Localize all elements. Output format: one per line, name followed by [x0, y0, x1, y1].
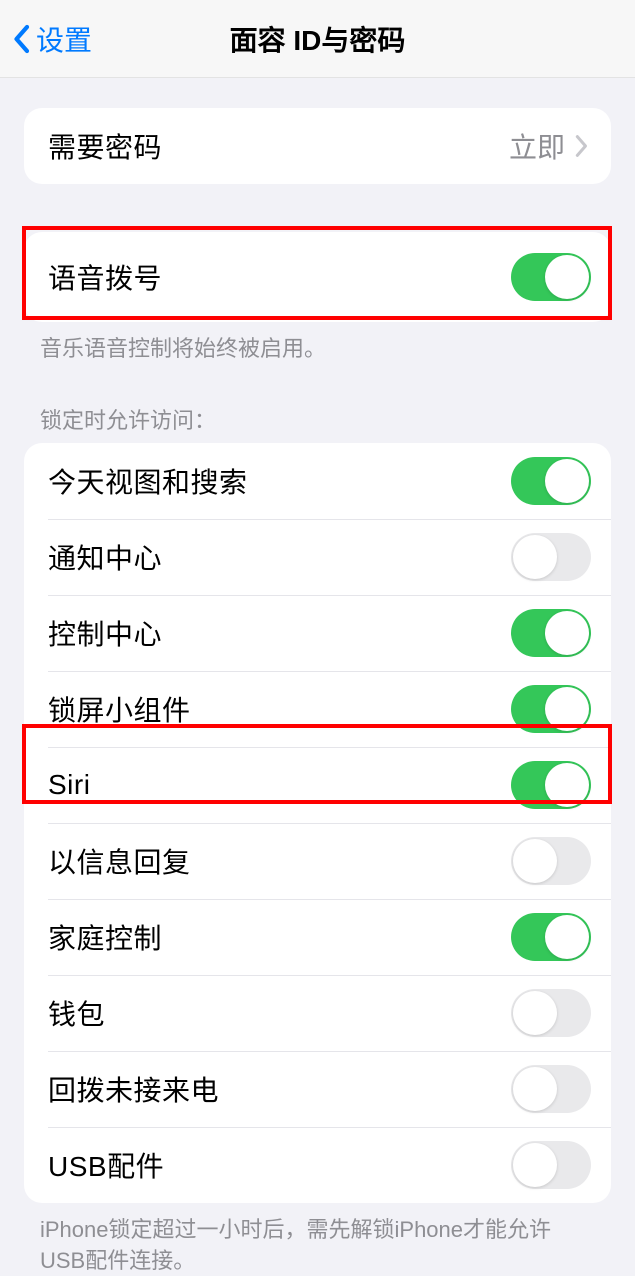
- lock-access-item-toggle[interactable]: [511, 837, 591, 885]
- chevron-left-icon: [10, 21, 32, 57]
- lock-access-row: 家庭控制: [24, 899, 611, 975]
- lock-access-item-toggle[interactable]: [511, 1065, 591, 1113]
- voice-dial-footer: 音乐语音控制将始终被启用。: [40, 334, 595, 365]
- lock-access-item-label: 钱包: [48, 993, 511, 1033]
- lock-access-item-toggle[interactable]: [511, 989, 591, 1037]
- lock-access-row: 钱包: [24, 975, 611, 1051]
- voice-dial-label: 语音拨号: [48, 257, 511, 297]
- lock-access-row: 控制中心: [24, 595, 611, 671]
- voice-dial-row: 语音拨号: [24, 232, 611, 322]
- navigation-bar: 设置 面容 ID与密码: [0, 0, 635, 78]
- lock-access-group: 今天视图和搜索通知中心控制中心锁屏小组件 Siri 以信息回复家庭控制钱包回拨未接来…: [24, 443, 611, 1203]
- lock-access-item-toggle[interactable]: [511, 609, 591, 657]
- lock-access-item-label: 回拨未接来电: [48, 1069, 511, 1109]
- voice-dial-toggle[interactable]: [511, 253, 591, 301]
- back-label: 设置: [36, 19, 92, 59]
- lock-access-row: 以信息回复: [24, 823, 611, 899]
- lock-access-item-toggle[interactable]: [511, 1141, 591, 1189]
- lock-access-item-label: 锁屏小组件: [48, 689, 511, 729]
- lock-access-row: 通知中心: [24, 519, 611, 595]
- require-passcode-row[interactable]: 需要密码 立即: [24, 108, 611, 184]
- lock-access-row: USB配件: [24, 1127, 611, 1203]
- lock-access-footer: iPhone锁定超过一小时后，需先解锁iPhone才能允许USB配件连接。: [40, 1215, 595, 1276]
- lock-access-item-toggle[interactable]: [511, 913, 591, 961]
- lock-access-row: 回拨未接来电: [24, 1051, 611, 1127]
- passcode-group: 需要密码 立即: [24, 108, 611, 184]
- page-title: 面容 ID与密码: [0, 19, 635, 59]
- back-button[interactable]: 设置: [0, 19, 92, 59]
- lock-access-row: 今天视图和搜索: [24, 443, 611, 519]
- lock-access-item-label: USB配件: [48, 1145, 511, 1185]
- lock-access-item-toggle[interactable]: [511, 761, 591, 809]
- lock-access-item-label: Siri: [48, 769, 511, 801]
- require-passcode-label: 需要密码: [48, 126, 509, 166]
- lock-access-header: 锁定时允许访问：: [40, 403, 595, 435]
- lock-access-item-label: 家庭控制: [48, 917, 511, 957]
- lock-access-row: 锁屏小组件: [24, 671, 611, 747]
- lock-access-item-label: 控制中心: [48, 613, 511, 653]
- lock-access-item-label: 以信息回复: [48, 841, 511, 881]
- lock-access-item-toggle[interactable]: [511, 685, 591, 733]
- chevron-right-icon: [573, 132, 591, 160]
- require-passcode-value: 立即: [509, 126, 565, 166]
- lock-access-item-label: 今天视图和搜索: [48, 461, 511, 501]
- voice-dial-group: 语音拨号: [24, 232, 611, 322]
- lock-access-item-toggle[interactable]: [511, 457, 591, 505]
- lock-access-row: Siri: [24, 747, 611, 823]
- lock-access-item-toggle[interactable]: [511, 533, 591, 581]
- lock-access-item-label: 通知中心: [48, 537, 511, 577]
